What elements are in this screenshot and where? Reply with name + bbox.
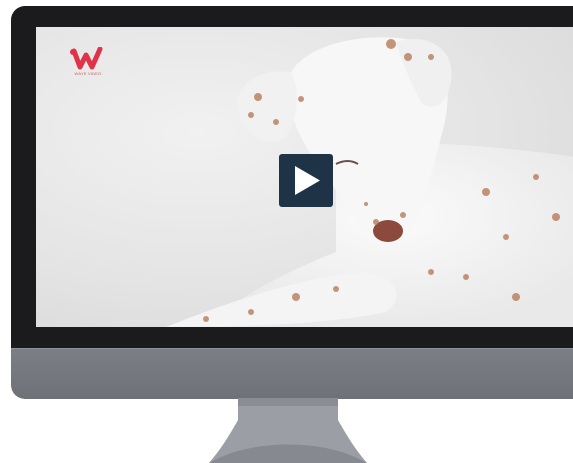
play-button[interactable]	[279, 154, 333, 207]
brand-logo: WAYE VIDEO	[68, 46, 108, 79]
logo-caption: WAYE VIDEO	[74, 71, 102, 76]
monitor-chin	[11, 348, 573, 399]
play-icon	[295, 166, 320, 195]
video-player[interactable]: WAYE VIDEO	[36, 27, 573, 327]
logo-mark-icon	[70, 46, 103, 70]
stage: WAYE VIDEO	[0, 0, 573, 463]
monitor-stand	[208, 398, 368, 463]
monitor: WAYE VIDEO	[11, 6, 573, 399]
